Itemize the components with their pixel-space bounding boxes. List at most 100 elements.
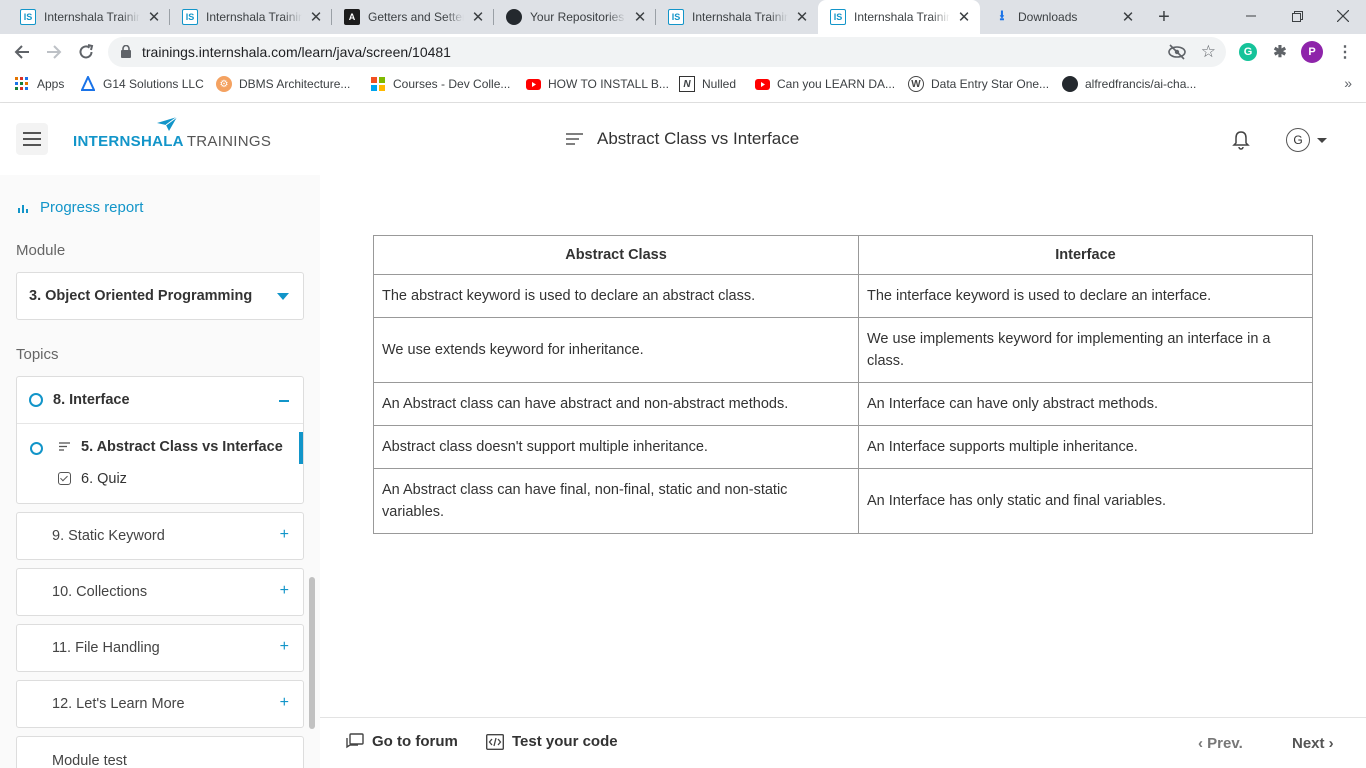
topic-label: Module test [52,753,127,768]
table-cell: The abstract keyword is used to declare … [373,274,859,318]
new-tab-button[interactable]: + [1152,6,1176,28]
browser-tab[interactable]: IS Internshala Training ✕ [656,0,818,34]
browser-toolbar: trainings.internshala.com/learn/java/scr… [0,34,1366,70]
user-avatar[interactable]: G [1286,128,1310,152]
expand-plus-icon[interactable]: + [280,526,289,544]
topic-expanded-interface: 8. Interface 5. Abstract Class vs Interf… [16,376,304,504]
bookmark-youtube-2[interactable]: Can you LEARN DA... [754,75,895,93]
subtopic-abstract-class-vs-interface[interactable]: 5. Abstract Class vs Interface [17,432,303,464]
bookmarks-bar: Apps G14 Solutions LLC ⚙ DBMS Architectu… [0,70,1366,98]
close-window-icon [1337,10,1349,22]
close-tab-icon[interactable]: ✕ [632,9,648,26]
sidebar-scrollbar[interactable] [309,577,315,729]
prev-button[interactable]: ‹ Prev. [1198,735,1243,752]
youtube-icon [754,76,770,92]
bookmark-label: Nulled [702,77,737,91]
more-bookmarks-icon[interactable]: » [1344,75,1352,91]
microsoft-icon [370,76,386,92]
forum-chat-icon [346,733,364,749]
bookmark-courses[interactable]: Courses - Dev Colle... [370,75,510,93]
bookmark-github[interactable]: alfredfrancis/ai-cha... [1062,75,1196,93]
test-your-code-label: Test your code [512,733,618,750]
close-tab-icon[interactable]: ✕ [146,9,162,26]
table-cell: An Interface has only static and final v… [858,468,1313,534]
internshala-icon: IS [830,9,846,25]
menu-line [23,144,41,146]
forward-arrow-icon [47,45,62,59]
nulled-icon: N [679,76,695,92]
bookmark-apps[interactable]: Apps [14,75,64,93]
go-to-forum-button[interactable]: Go to forum [346,733,458,750]
topic-label: 9. Static Keyword [52,528,165,544]
topic-file-handling[interactable]: 11. File Handling + [16,624,304,672]
topic-header[interactable]: 8. Interface [17,377,303,424]
extensions-puzzle-icon[interactable]: ✱ [1271,43,1289,61]
bookmark-star-icon[interactable]: ☆ [1201,42,1216,62]
topic-static-keyword[interactable]: 9. Static Keyword + [16,512,304,560]
restore-button[interactable] [1274,0,1320,32]
expand-plus-icon[interactable]: + [280,638,289,656]
close-tab-icon[interactable]: ✕ [956,9,972,26]
topic-lets-learn-more[interactable]: 12. Let's Learn More + [16,680,304,728]
topic-collections[interactable]: 10. Collections + [16,568,304,616]
circle-status-icon [29,393,43,407]
logo-text-shala: SHALA [130,133,184,150]
tab-title: Internshala Training [44,10,140,24]
youtube-icon [525,76,541,92]
grammarly-icon[interactable]: G [1239,43,1257,61]
forward-button[interactable] [41,39,67,65]
close-tab-icon[interactable]: ✕ [470,9,486,26]
dbms-logo-icon: ⚙ [216,76,232,92]
profile-avatar[interactable]: P [1301,41,1323,63]
wordpress-icon: W [908,76,924,92]
bookmark-label: Apps [37,77,65,91]
menu-kebab-icon[interactable]: ⋮ [1336,43,1354,61]
eye-off-icon[interactable] [1168,44,1186,60]
minimize-icon [1246,15,1256,17]
table-row: An Abstract class can have abstract and … [373,382,1313,426]
expand-plus-icon[interactable]: + [280,582,289,600]
lines-icon [566,133,583,145]
bookmark-youtube-1[interactable]: HOW TO INSTALL B... [525,75,669,93]
browser-tab[interactable]: ⭳ Downloads ✕ [982,0,1144,34]
chevron-down-icon[interactable] [1317,138,1327,143]
table-header-cell: Interface [858,235,1313,275]
browser-tab[interactable]: Your Repositories ✕ [494,0,656,34]
bookmark-dbms[interactable]: ⚙ DBMS Architecture... [216,75,350,93]
table-cell: Abstract class doesn't support multiple … [373,425,859,469]
reload-button[interactable] [73,39,99,65]
progress-report-label: Progress report [40,199,144,216]
close-tab-icon[interactable]: ✕ [794,9,810,26]
tab-title: Internshala Training [692,10,788,24]
close-window-button[interactable] [1320,0,1366,32]
address-bar[interactable]: trainings.internshala.com/learn/java/scr… [108,37,1226,67]
browser-tab[interactable]: IS Internshala Training ✕ [8,0,170,34]
bookmark-g14[interactable]: G14 Solutions LLC [80,75,204,93]
reload-icon [79,44,94,59]
back-button[interactable] [9,39,35,65]
collapse-minus-icon[interactable] [279,400,289,402]
circle-status-icon [30,442,43,455]
sidebar: Progress report Module 3. Object Oriente… [0,175,320,768]
close-tab-icon[interactable]: ✕ [308,9,324,26]
progress-report-link[interactable]: Progress report [18,199,143,216]
hamburger-menu-button[interactable] [16,123,48,155]
table-cell: We use extends keyword for inheritance. [373,317,859,383]
next-button[interactable]: Next › [1292,735,1334,752]
browser-tab-active[interactable]: IS Internshala Training ✕ [818,0,980,34]
close-tab-icon[interactable]: ✕ [1120,9,1136,26]
topic-module-test[interactable]: Module test [16,736,304,768]
subtopic-quiz[interactable]: 6. Quiz [17,464,303,496]
browser-tab[interactable]: A Getters and Setters ✕ [332,0,494,34]
internshala-trainings-logo[interactable]: INTERNSHALA TRAININGS [73,117,271,150]
notification-bell-icon[interactable] [1232,130,1250,150]
bookmark-nulled[interactable]: N Nulled [679,75,736,93]
minimize-button[interactable] [1228,0,1274,32]
apps-grid-icon [14,76,30,92]
expand-plus-icon[interactable]: + [280,694,289,712]
bookmark-wordpress[interactable]: W Data Entry Star One... [908,75,1049,93]
module-dropdown[interactable]: 3. Object Oriented Programming [16,272,304,320]
browser-tab[interactable]: IS Internshala Training ✕ [170,0,332,34]
test-your-code-button[interactable]: Test your code [486,733,618,750]
github-icon [506,9,522,25]
